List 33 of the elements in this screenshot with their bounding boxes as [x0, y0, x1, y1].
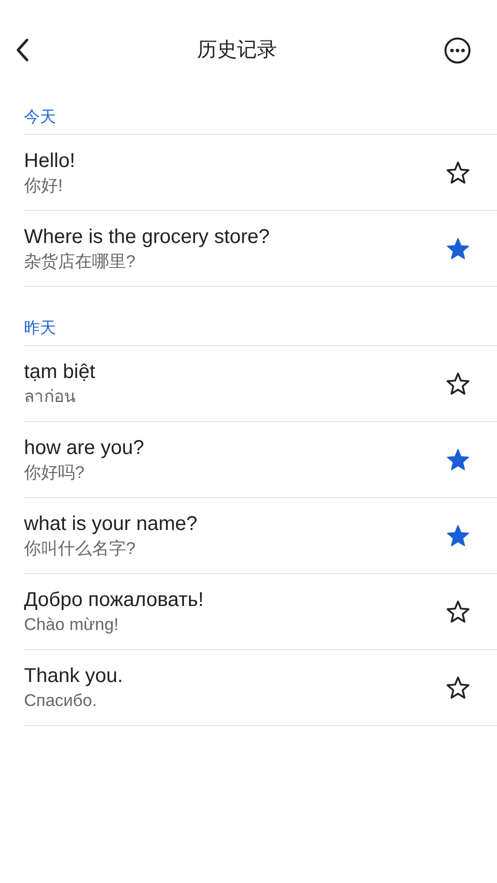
translation-text: 你好吗? — [24, 462, 86, 484]
history-item[interactable]: Hello! 你好! — [24, 135, 497, 211]
history-item[interactable]: tạm biệt ลาก่อน — [24, 346, 497, 422]
history-item[interactable]: Thank you. Спасибо. — [24, 650, 497, 726]
translation-text: 你叫什么名字? — [24, 538, 136, 560]
source-text: Thank you. — [24, 664, 123, 688]
translation-text: ลาก่อน — [24, 386, 77, 408]
star-icon[interactable] — [446, 236, 470, 260]
page-title: 历史记录 — [197, 38, 277, 63]
source-text: tạm biệt — [24, 360, 96, 384]
more-icon[interactable] — [444, 36, 471, 64]
star-icon[interactable] — [446, 372, 470, 396]
source-text: how are you? — [24, 436, 144, 460]
source-text: Where is the grocery store? — [24, 224, 270, 250]
star-icon[interactable] — [446, 676, 470, 700]
history-item[interactable]: how are you? 你好吗? — [24, 422, 497, 498]
section-label: 昨天 — [24, 320, 56, 337]
translation-text: Спасибо. — [24, 690, 98, 712]
source-text: what is your name? — [24, 512, 198, 536]
history-item[interactable]: Where is the grocery store? 杂货店在哪里? — [24, 211, 497, 287]
section-label: 今天 — [24, 109, 56, 126]
translation-text: Chào mừng! — [24, 614, 120, 636]
source-text: Добро пожаловать! — [24, 588, 204, 612]
translation-text: 你好! — [24, 174, 64, 196]
history-item[interactable]: Добро пожаловать! Chào mừng! — [24, 574, 497, 650]
star-icon[interactable] — [446, 600, 470, 624]
star-icon[interactable] — [446, 448, 470, 472]
translation-text: 杂货店在哪里? — [24, 250, 136, 272]
star-icon[interactable] — [446, 524, 470, 548]
star-icon[interactable] — [446, 160, 470, 184]
source-text: Hello! — [24, 148, 76, 174]
history-item[interactable]: what is your name? 你叫什么名字? — [24, 498, 497, 574]
back-icon[interactable] — [14, 38, 30, 62]
